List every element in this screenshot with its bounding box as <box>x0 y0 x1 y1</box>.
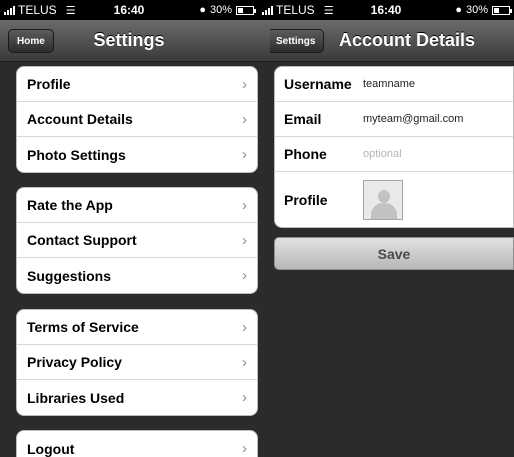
settings-item-label: Suggestions <box>27 267 112 284</box>
phone-label: Phone <box>284 146 327 162</box>
settings-navbar: Home Settings <box>0 20 258 62</box>
settings-item-terms[interactable]: Terms of Service › <box>17 310 257 345</box>
settings-screen: TELUS ☰ 16:40 ● 30% Home Settings Profil… <box>0 0 258 457</box>
back-button[interactable]: Settings <box>270 29 325 53</box>
settings-item-suggestions[interactable]: Suggestions › <box>17 258 257 293</box>
save-button[interactable]: Save <box>274 237 514 270</box>
settings-item-label: Logout <box>27 440 75 457</box>
settings-item-libraries[interactable]: Libraries Used › <box>17 380 257 415</box>
phone-row: Phone optional <box>275 137 513 172</box>
settings-item-label: Libraries Used <box>27 389 125 406</box>
email-field[interactable]: myteam@gmail.com <box>363 113 463 125</box>
settings-group-3: Terms of Service › Privacy Policy › Librar… <box>16 309 258 416</box>
chevron-right-icon: › <box>242 75 247 93</box>
carrier-name: TELUS <box>276 3 315 17</box>
email-row: Email myteam@gmail.com <box>275 102 513 137</box>
chevron-right-icon: › <box>242 110 247 128</box>
username-field[interactable]: teamname <box>363 78 415 90</box>
avatar-placeholder-body <box>371 202 397 219</box>
chevron-right-icon: › <box>242 389 247 406</box>
profile-label: Profile <box>284 191 328 208</box>
chevron-right-icon: › <box>242 267 247 284</box>
phone-field[interactable]: optional <box>363 148 402 160</box>
signal-icon <box>262 5 273 15</box>
chevron-right-icon: › <box>242 353 247 371</box>
carrier: TELUS ☰ <box>262 3 334 17</box>
account-navbar: Settings Account Details <box>258 20 514 62</box>
settings-item-rate-app[interactable]: Rate the App › <box>17 188 257 223</box>
settings-item-privacy[interactable]: Privacy Policy › <box>17 345 257 380</box>
chevron-right-icon: › <box>242 231 247 249</box>
username-row: Username teamname <box>275 67 513 102</box>
battery-icon <box>492 5 512 15</box>
account-details-screen: TELUS ☰ 16:40 ● 30% Settings Account Det… <box>258 0 514 457</box>
settings-item-label: Contact Support <box>27 232 137 248</box>
wifi-icon: ☰ <box>65 4 76 17</box>
home-button[interactable]: Home <box>8 29 54 53</box>
settings-item-label: Rate the App <box>27 197 113 213</box>
status-time: 16:40 <box>113 3 145 17</box>
chevron-right-icon: › <box>242 440 247 457</box>
carrier-name: TELUS <box>18 3 57 17</box>
page-title: Settings <box>93 30 165 50</box>
chevron-right-icon: › <box>242 146 247 163</box>
avatar[interactable] <box>363 179 403 220</box>
status-time: 16:40 <box>370 3 402 17</box>
settings-group-1: Profile › Account Details › Photo Settings… <box>16 66 258 173</box>
account-form: Username teamname Email myteam@gmail.com… <box>274 66 514 228</box>
battery-percent: 30% <box>209 4 232 16</box>
username-label: Username <box>284 76 352 92</box>
settings-item-profile[interactable]: Profile › <box>17 67 257 102</box>
battery-icon <box>236 5 256 15</box>
email-label: Email <box>284 111 322 127</box>
alarm-icon: ● <box>455 4 462 16</box>
settings-group-4: Logout › <box>16 430 258 457</box>
profile-row: Profile <box>275 172 513 227</box>
settings-item-photo-settings[interactable]: Photo Settings › <box>17 137 257 172</box>
status-bar: TELUS ☰ 16:40 ● 30% <box>0 0 258 20</box>
settings-item-label: Terms of Service <box>27 319 139 335</box>
chevron-right-icon: › <box>242 196 247 214</box>
carrier: TELUS ☰ <box>4 3 76 17</box>
settings-group-2: Rate the App › Contact Support › Suggestio… <box>16 187 258 294</box>
battery-percent: 30% <box>465 4 488 16</box>
avatar-placeholder-icon <box>378 189 390 203</box>
alarm-icon: ● <box>199 4 206 16</box>
status-right: ● 30% <box>455 4 512 16</box>
settings-item-label: Photo Settings <box>27 146 126 163</box>
settings-item-label: Privacy Policy <box>27 354 122 370</box>
settings-item-label: Account Details <box>27 111 133 127</box>
page-title: Account Details <box>338 30 476 50</box>
settings-item-account-details[interactable]: Account Details › <box>17 102 257 137</box>
settings-item-label: Profile <box>27 76 71 92</box>
chevron-right-icon: › <box>242 318 247 336</box>
status-bar: TELUS ☰ 16:40 ● 30% <box>258 0 514 20</box>
settings-item-logout[interactable]: Logout › <box>17 431 257 457</box>
status-right: ● 30% <box>199 4 256 16</box>
settings-item-contact-support[interactable]: Contact Support › <box>17 223 257 258</box>
wifi-icon: ☰ <box>323 4 334 17</box>
signal-icon <box>4 5 15 15</box>
